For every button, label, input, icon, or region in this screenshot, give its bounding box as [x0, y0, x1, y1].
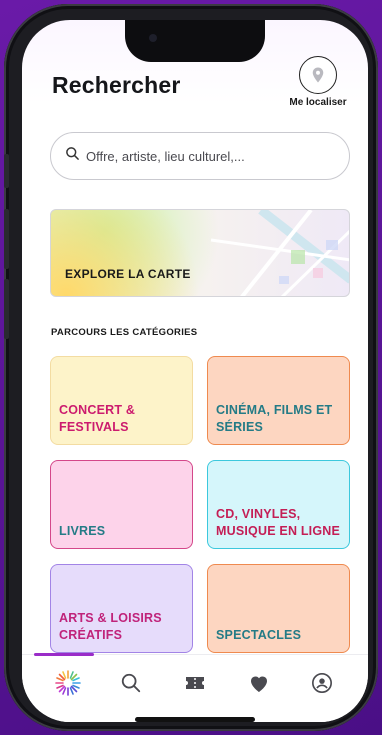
explore-map-label: EXPLORE LA CARTE — [65, 267, 191, 281]
category-label: CONCERT & FESTIVALS — [59, 403, 136, 435]
app-screen: Rechercher Me localiser Offre, artiste, … — [22, 20, 368, 722]
category-cinema-films-series[interactable]: CINÉMA, FILMS ET SÉRIES — [207, 356, 350, 445]
bottom-tab-bar — [22, 653, 368, 722]
tab-search[interactable] — [111, 669, 151, 697]
category-label: ARTS & LOISIRS CRÉATIFS — [59, 611, 162, 643]
category-cd-vinyles-musique[interactable]: CD, VINYLES, MUSIQUE EN LIGNE — [207, 460, 350, 549]
explore-map-card[interactable]: EXPLORE LA CARTE — [50, 209, 350, 297]
category-label: CD, VINYLES, MUSIQUE EN LIGNE — [216, 507, 341, 539]
search-icon — [65, 146, 80, 166]
map-illustration — [210, 210, 349, 296]
category-label: SPECTACLES — [216, 628, 302, 643]
location-pin-icon[interactable] — [299, 56, 337, 94]
categories-heading: PARCOURS LES CATÉGORIES — [51, 327, 198, 338]
search-bar[interactable] — [50, 132, 350, 180]
notch — [125, 20, 265, 62]
locate-me-button[interactable]: Me localiser — [276, 56, 360, 108]
heart-icon — [250, 676, 267, 692]
profile-icon — [312, 673, 333, 693]
phone-frame: Rechercher Me localiser Offre, artiste, … — [4, 4, 378, 731]
discover-logo-icon — [54, 670, 81, 696]
locate-me-label: Me localiser — [289, 97, 347, 108]
tab-favorites[interactable] — [239, 669, 279, 697]
volume-up-button — [4, 209, 9, 269]
volume-down-button — [4, 279, 9, 339]
mute-switch — [4, 154, 9, 188]
tab-discover[interactable] — [48, 669, 88, 697]
category-label: LIVRES — [59, 524, 106, 539]
home-indicator — [135, 717, 255, 722]
active-tab-indicator — [34, 653, 94, 656]
category-concerts-festivals[interactable]: CONCERT & FESTIVALS — [50, 356, 193, 445]
camera — [149, 34, 157, 42]
tab-profile[interactable] — [302, 669, 342, 697]
page-title: Rechercher — [52, 72, 181, 98]
category-label: CINÉMA, FILMS ET SÉRIES — [216, 403, 333, 435]
tab-bookings[interactable] — [175, 669, 215, 697]
search-icon — [122, 673, 141, 693]
category-spectacles[interactable]: SPECTACLES — [207, 564, 350, 653]
search-input[interactable] — [86, 148, 336, 164]
ticket-icon — [185, 677, 204, 689]
category-livres[interactable]: LIVRES — [50, 460, 193, 549]
category-arts-loisirs[interactable]: ARTS & LOISIRS CRÉATIFS — [50, 564, 193, 653]
